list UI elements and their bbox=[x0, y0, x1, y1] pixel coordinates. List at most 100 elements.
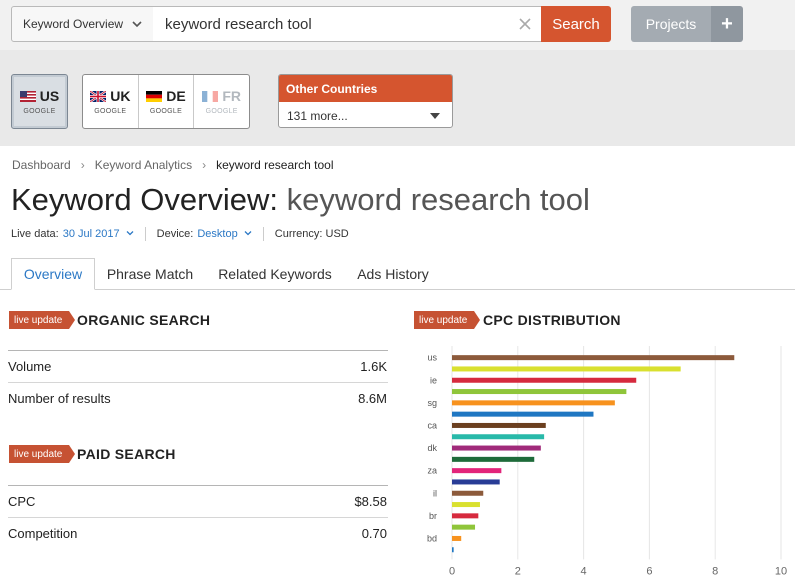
bar bbox=[452, 513, 479, 519]
device-value: Desktop bbox=[197, 228, 238, 240]
us-flag-icon bbox=[19, 90, 36, 102]
tab-ads-history[interactable]: Ads History bbox=[347, 258, 439, 290]
live-data-label: Live data: bbox=[11, 228, 59, 240]
chevron-right-icon: › bbox=[80, 158, 85, 172]
y-tick-label: br bbox=[429, 511, 437, 521]
bar bbox=[452, 355, 735, 361]
x-tick-label: 0 bbox=[449, 565, 455, 577]
cpc-distribution-title: CPC DISTRIBUTION bbox=[483, 312, 621, 328]
breadcrumb-dashboard[interactable]: Dashboard bbox=[12, 158, 71, 172]
fr-flag-icon bbox=[202, 90, 219, 102]
row-label: Competition bbox=[8, 526, 78, 541]
table-row: Competition 0.70 bbox=[8, 517, 388, 549]
bar bbox=[452, 400, 615, 406]
report-meta: Live data: 30 Jul 2017 Device: Desktop C… bbox=[11, 227, 349, 241]
de-flag-icon bbox=[146, 90, 163, 102]
database-select[interactable]: Keyword Overview bbox=[11, 6, 154, 42]
y-tick-label: dk bbox=[427, 443, 437, 453]
breadcrumb-keyword-analytics[interactable]: Keyword Analytics bbox=[95, 158, 192, 172]
other-countries-dropdown[interactable]: Other Countries 131 more... bbox=[278, 74, 453, 128]
clear-icon[interactable] bbox=[518, 17, 532, 31]
row-label: Volume bbox=[8, 359, 52, 374]
currency-label: Currency: USD bbox=[274, 228, 349, 240]
country-engine-label: GOOGLE bbox=[23, 108, 56, 115]
chevron-down-icon bbox=[132, 21, 142, 28]
row-label: CPC bbox=[8, 494, 36, 509]
bar bbox=[452, 535, 462, 541]
chevron-down-icon bbox=[244, 231, 252, 236]
country-uk-button[interactable]: UK GOOGLE bbox=[83, 75, 139, 128]
organic-search-table: Volume 1.6K Number of results 8.6M bbox=[8, 350, 388, 414]
y-tick-label: za bbox=[427, 466, 437, 476]
top-search-bar: Keyword Overview keyword research tool S… bbox=[0, 0, 795, 50]
caret-down-icon bbox=[430, 113, 440, 119]
uk-flag-icon bbox=[90, 90, 107, 102]
country-code-label: FR bbox=[222, 88, 242, 104]
bar bbox=[452, 434, 545, 440]
tab-phrase-match[interactable]: Phrase Match bbox=[97, 258, 203, 290]
country-de-button[interactable]: DE GOOGLE bbox=[139, 75, 195, 128]
y-tick-label: sg bbox=[427, 398, 437, 408]
live-update-badge: live update bbox=[414, 311, 481, 329]
country-engine-label: GOOGLE bbox=[94, 108, 127, 115]
search-input[interactable]: keyword research tool bbox=[153, 6, 542, 42]
report-tabs: Overview Phrase Match Related Keywords A… bbox=[0, 258, 795, 290]
country-group: UK GOOGLE DE GOOGLE FR GOOGLE bbox=[82, 74, 250, 129]
country-code-label: DE bbox=[166, 88, 186, 104]
divider bbox=[144, 227, 146, 241]
tab-overview[interactable]: Overview bbox=[11, 258, 95, 290]
bar bbox=[452, 411, 594, 417]
search-button[interactable]: Search bbox=[541, 6, 611, 42]
breadcrumb-current: keyword research tool bbox=[216, 158, 334, 172]
breadcrumb: Dashboard › Keyword Analytics › keyword … bbox=[12, 158, 334, 172]
live-update-badge: live update bbox=[9, 311, 76, 329]
chevron-right-icon: › bbox=[202, 158, 207, 172]
device-label: Device: bbox=[156, 228, 194, 240]
bar bbox=[452, 366, 681, 372]
x-tick-label: 10 bbox=[775, 565, 787, 577]
cpc-distribution-chart: 0 2 4 6 8 10 us ie sg ca dk za il br bd bbox=[427, 346, 787, 577]
projects-button[interactable]: Projects bbox=[631, 6, 711, 42]
bar bbox=[452, 377, 637, 383]
add-project-button[interactable]: + bbox=[711, 6, 743, 42]
live-date-picker[interactable]: 30 Jul 2017 bbox=[63, 228, 134, 240]
country-fr-button[interactable]: FR GOOGLE bbox=[194, 75, 249, 128]
page-title-keyword: keyword research tool bbox=[286, 182, 590, 217]
bar bbox=[452, 445, 541, 451]
device-select[interactable]: Desktop bbox=[197, 228, 252, 240]
other-countries-value: 131 more... bbox=[287, 108, 348, 123]
live-date-value: 30 Jul 2017 bbox=[62, 228, 120, 240]
search-query-text: keyword research tool bbox=[165, 15, 312, 33]
table-row: CPC $8.58 bbox=[8, 485, 388, 517]
country-us-button[interactable]: US GOOGLE bbox=[11, 74, 68, 129]
page-title: Keyword Overview: keyword research tool bbox=[11, 182, 590, 218]
page-title-prefix: Keyword Overview: bbox=[11, 182, 279, 217]
country-selector: US GOOGLE UK GOOGLE DE GOOGLE FR GOOGLE … bbox=[0, 50, 795, 146]
bar bbox=[452, 479, 500, 485]
bar bbox=[452, 524, 476, 530]
table-row: Number of results 8.6M bbox=[8, 382, 388, 414]
row-label: Number of results bbox=[8, 391, 111, 406]
organic-search-title: ORGANIC SEARCH bbox=[77, 312, 211, 328]
bar bbox=[452, 456, 535, 462]
country-code-label: US bbox=[39, 88, 60, 104]
database-select-label: Keyword Overview bbox=[23, 17, 124, 31]
tab-related-keywords[interactable]: Related Keywords bbox=[205, 258, 345, 290]
country-engine-label: GOOGLE bbox=[205, 108, 238, 115]
table-row: Volume 1.6K bbox=[8, 350, 388, 382]
other-countries-select[interactable]: 131 more... bbox=[279, 102, 452, 127]
country-us-code: US bbox=[19, 88, 60, 104]
y-tick-label: ie bbox=[430, 375, 437, 385]
country-de-code: DE bbox=[146, 88, 186, 104]
y-tick-label: ca bbox=[427, 420, 437, 430]
country-uk-code: UK bbox=[90, 88, 130, 104]
paid-search-title: PAID SEARCH bbox=[77, 446, 176, 462]
row-value: 8.6M bbox=[358, 391, 387, 406]
x-tick-label: 2 bbox=[515, 565, 521, 577]
x-tick-label: 8 bbox=[712, 565, 718, 577]
bar bbox=[452, 502, 480, 508]
bar bbox=[452, 468, 502, 474]
country-fr-code: FR bbox=[202, 88, 241, 104]
y-tick-label: il bbox=[433, 488, 437, 498]
bar bbox=[452, 422, 546, 428]
